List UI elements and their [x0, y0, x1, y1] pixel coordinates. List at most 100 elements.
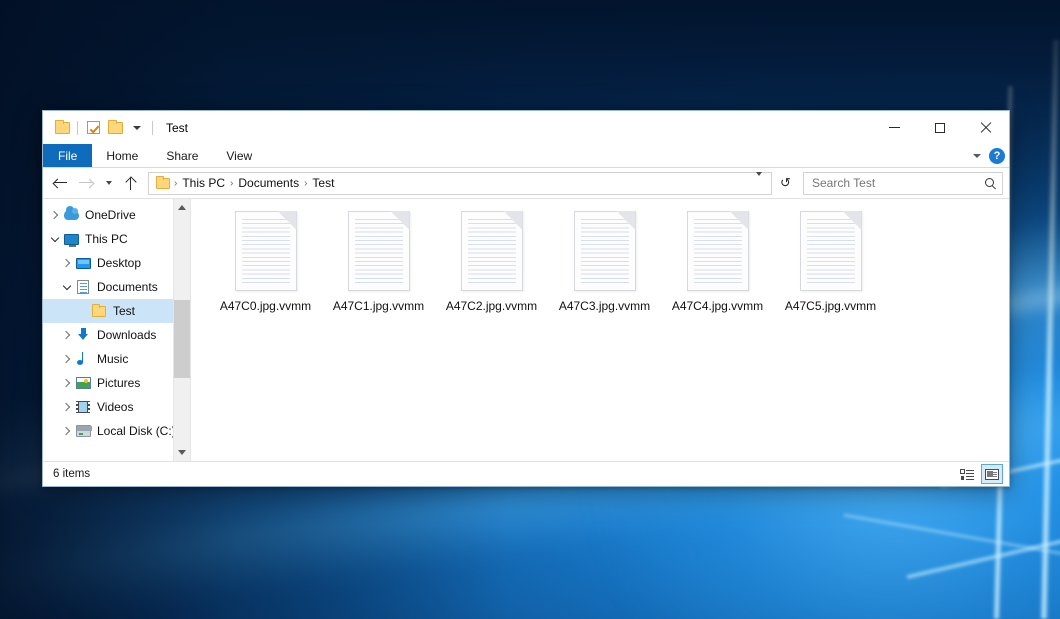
chevron-down-icon[interactable] — [59, 279, 75, 295]
document-lines — [355, 219, 403, 284]
sidebar-item-test[interactable]: Test — [43, 299, 190, 323]
chevron-down-icon[interactable] — [47, 231, 63, 247]
pictures-icon — [75, 375, 91, 391]
expand-ribbon-icon[interactable] — [973, 154, 981, 158]
file-name-label: A47C5.jpg.vvmm — [785, 299, 876, 313]
generic-document-icon — [461, 211, 523, 291]
sidebar-item-label: This PC — [85, 232, 128, 246]
help-icon[interactable]: ? — [989, 148, 1005, 164]
generic-document-icon — [800, 211, 862, 291]
file-item[interactable]: A47C5.jpg.vvmm — [774, 209, 887, 313]
chevron-right-icon[interactable] — [59, 399, 75, 415]
chevron-right-icon[interactable] — [59, 327, 75, 343]
desktop-wallpaper: Test File Home Share View ? — [0, 0, 1060, 619]
sidebar-item-desktop[interactable]: Desktop — [43, 251, 190, 275]
refresh-icon: ↻ — [780, 175, 791, 191]
document-lines — [694, 219, 742, 284]
file-item[interactable]: A47C2.jpg.vvmm — [435, 209, 548, 313]
details-view-icon — [960, 469, 974, 480]
chevron-right-icon[interactable] — [59, 423, 75, 439]
file-name-label: A47C3.jpg.vvmm — [559, 299, 650, 313]
scroll-up-button[interactable] — [174, 199, 190, 216]
tab-view[interactable]: View — [212, 144, 266, 167]
tab-share[interactable]: Share — [152, 144, 212, 167]
sidebar-item-label: Local Disk (C:) — [97, 424, 176, 438]
sidebar-item-label: Downloads — [97, 328, 156, 342]
sidebar-item-downloads[interactable]: Downloads — [43, 323, 190, 347]
sidebar-item-videos[interactable]: Videos — [43, 395, 190, 419]
folder-icon[interactable] — [51, 117, 73, 139]
minimize-button[interactable] — [871, 111, 917, 144]
file-item[interactable]: A47C1.jpg.vvmm — [322, 209, 435, 313]
file-explorer-window: Test File Home Share View ? — [42, 110, 1010, 487]
large-icons-view-button[interactable] — [981, 464, 1003, 484]
title-divider — [152, 121, 153, 135]
breadcrumb-item-documents[interactable]: Documents — [234, 175, 303, 191]
file-name-label: A47C4.jpg.vvmm — [672, 299, 763, 313]
search-box[interactable] — [803, 172, 1003, 195]
navigation-pane: OneDrive This PC Desktop — [43, 199, 191, 461]
breadcrumb[interactable]: › This PC › Documents › Test — [148, 172, 772, 195]
window-title: Test — [166, 121, 188, 135]
recent-locations-button[interactable] — [99, 171, 118, 195]
sidebar-item-pictures[interactable]: Pictures — [43, 371, 190, 395]
tab-home[interactable]: Home — [92, 144, 152, 167]
arrow-left-icon — [54, 178, 68, 188]
qat-dropdown-icon[interactable] — [126, 117, 148, 139]
downloads-icon — [75, 327, 91, 343]
close-icon — [980, 122, 992, 134]
view-toggle-group — [956, 464, 1003, 484]
back-button[interactable] — [49, 171, 73, 195]
sidebar-item-label: Test — [113, 304, 135, 318]
sidebar-item-label: Desktop — [97, 256, 141, 270]
sidebar-item-documents[interactable]: Documents — [43, 275, 190, 299]
file-list-pane[interactable]: A47C0.jpg.vvmm A47C1.jpg.vvmm — [191, 199, 1009, 461]
details-view-button[interactable] — [956, 464, 978, 484]
chevron-right-icon[interactable] — [59, 375, 75, 391]
search-icon[interactable] — [984, 177, 997, 190]
breadcrumb-item-test[interactable]: Test — [308, 175, 338, 191]
sidebar-item-label: Videos — [97, 400, 133, 414]
folder-icon — [91, 303, 107, 319]
refresh-button[interactable]: ↻ — [773, 171, 797, 195]
cloud-icon — [63, 207, 79, 223]
search-input[interactable] — [812, 176, 984, 190]
chevron-down-icon — [133, 126, 141, 130]
breadcrumb-item-this-pc[interactable]: This PC — [178, 175, 229, 191]
arrow-right-icon — [79, 178, 93, 188]
scrollbar-thumb[interactable] — [174, 300, 190, 378]
ribbon-tab-strip: File Home Share View ? — [43, 144, 1009, 168]
pc-icon — [63, 231, 79, 247]
sidebar-item-onedrive[interactable]: OneDrive — [43, 203, 190, 227]
ribbon-right-controls: ? — [973, 144, 1005, 168]
sidebar-item-this-pc[interactable]: This PC — [43, 227, 190, 251]
sidebar-item-music[interactable]: Music — [43, 347, 190, 371]
properties-icon[interactable] — [82, 117, 104, 139]
sidebar-item-label: Music — [97, 352, 128, 366]
forward-button[interactable] — [74, 171, 98, 195]
sidebar-item-label: Pictures — [97, 376, 140, 390]
new-folder-icon[interactable] — [104, 117, 126, 139]
up-button[interactable] — [119, 171, 143, 195]
file-item[interactable]: A47C4.jpg.vvmm — [661, 209, 774, 313]
scroll-down-button[interactable] — [174, 444, 190, 461]
window-body: OneDrive This PC Desktop — [43, 198, 1009, 461]
item-count-label: 6 items — [53, 468, 90, 480]
close-button[interactable] — [963, 111, 1009, 144]
maximize-icon — [935, 123, 945, 133]
navigation-pane-scrollbar[interactable] — [173, 199, 190, 461]
chevron-right-icon[interactable] — [59, 255, 75, 271]
tab-file[interactable]: File — [43, 144, 92, 167]
scrollbar-track[interactable] — [174, 216, 190, 444]
title-bar: Test — [43, 111, 1009, 144]
sidebar-item-local-disk-c[interactable]: Local Disk (C:) — [43, 419, 190, 443]
chevron-right-icon[interactable] — [47, 207, 63, 223]
file-item[interactable]: A47C3.jpg.vvmm — [548, 209, 661, 313]
breadcrumb-dropdown-button[interactable] — [751, 176, 767, 190]
maximize-button[interactable] — [917, 111, 963, 144]
file-item[interactable]: A47C0.jpg.vvmm — [209, 209, 322, 313]
minimize-icon — [889, 127, 900, 128]
chevron-right-icon[interactable] — [59, 351, 75, 367]
file-grid: A47C0.jpg.vvmm A47C1.jpg.vvmm — [209, 209, 1009, 313]
status-bar: 6 items — [43, 461, 1009, 486]
